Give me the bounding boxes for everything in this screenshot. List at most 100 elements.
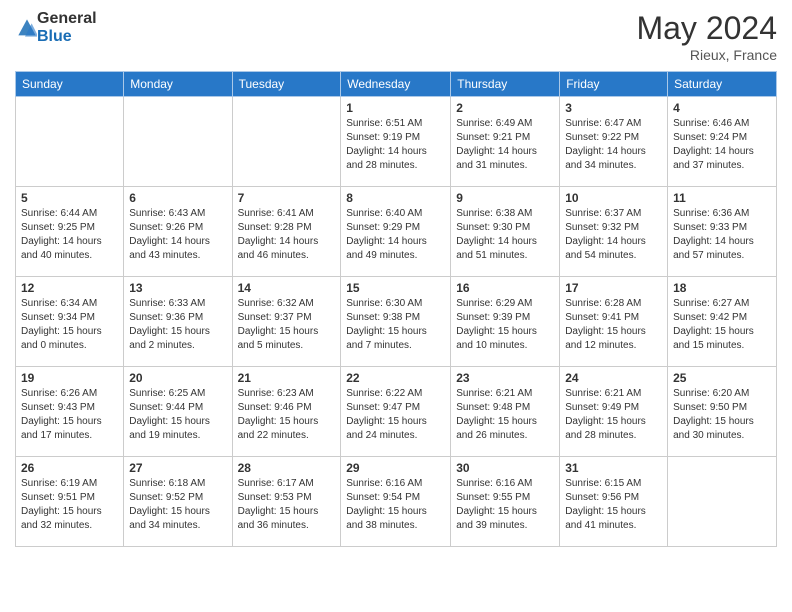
logo-icon (17, 18, 37, 38)
day-info: Sunrise: 6:18 AM Sunset: 9:52 PM Dayligh… (129, 477, 226, 533)
title-block: May 2024 Rieux, France (636, 10, 777, 63)
day-info: Sunrise: 6:15 AM Sunset: 9:56 PM Dayligh… (565, 477, 662, 533)
day-info: Sunrise: 6:33 AM Sunset: 9:36 PM Dayligh… (129, 297, 226, 353)
table-row: 27 Sunrise: 6:18 AM Sunset: 9:52 PM Dayli… (124, 457, 232, 547)
table-row: 22 Sunrise: 6:22 AM Sunset: 9:47 PM Dayli… (341, 367, 451, 457)
logo-blue-text: Blue (37, 28, 72, 45)
day-info: Sunrise: 6:22 AM Sunset: 9:47 PM Dayligh… (346, 387, 445, 443)
calendar-week-3: 19 Sunrise: 6:26 AM Sunset: 9:43 PM Dayli… (16, 367, 777, 457)
table-row: 11Sunrise: 6:36 AM Sunset: 9:33 PM Dayli… (668, 187, 777, 277)
day-number: 3 (565, 101, 662, 115)
table-row: 29 Sunrise: 6:16 AM Sunset: 9:54 PM Dayli… (341, 457, 451, 547)
table-row (232, 97, 341, 187)
table-row: 20 Sunrise: 6:25 AM Sunset: 9:44 PM Dayli… (124, 367, 232, 457)
table-row: 4Sunrise: 6:46 AM Sunset: 9:24 PM Daylig… (668, 97, 777, 187)
day-info: Sunrise: 6:21 AM Sunset: 9:48 PM Dayligh… (456, 387, 554, 443)
day-info: Sunrise: 6:21 AM Sunset: 9:49 PM Dayligh… (565, 387, 662, 443)
table-row: 16 Sunrise: 6:29 AM Sunset: 9:39 PM Dayli… (451, 277, 560, 367)
day-info: Sunrise: 6:29 AM Sunset: 9:39 PM Dayligh… (456, 297, 554, 353)
day-number: 31 (565, 461, 662, 475)
table-row: 9 Sunrise: 6:38 AM Sunset: 9:30 PM Daylig… (451, 187, 560, 277)
day-number: 30 (456, 461, 554, 475)
day-info: Sunrise: 6:40 AM Sunset: 9:29 PM Dayligh… (346, 207, 445, 263)
day-number: 5 (21, 191, 118, 205)
table-row: 3 Sunrise: 6:47 AM Sunset: 9:22 PM Daylig… (560, 97, 668, 187)
day-info: Sunrise: 6:30 AM Sunset: 9:38 PM Dayligh… (346, 297, 445, 353)
day-info: Sunrise: 6:47 AM Sunset: 9:22 PM Dayligh… (565, 117, 662, 173)
location: Rieux, France (636, 47, 777, 63)
day-info: Sunrise: 6:17 AM Sunset: 9:53 PM Dayligh… (238, 477, 336, 533)
day-number: 7 (238, 191, 336, 205)
day-info: Sunrise: 6:38 AM Sunset: 9:30 PM Dayligh… (456, 207, 554, 263)
table-row: 8Sunrise: 6:40 AM Sunset: 9:29 PM Daylig… (341, 187, 451, 277)
header-monday: Monday (124, 72, 232, 97)
header-wednesday: Wednesday (341, 72, 451, 97)
day-number: 4 (673, 101, 771, 115)
day-info: Sunrise: 6:19 AM Sunset: 9:51 PM Dayligh… (21, 477, 118, 533)
day-number: 26 (21, 461, 118, 475)
day-info: Sunrise: 6:34 AM Sunset: 9:34 PM Dayligh… (21, 297, 118, 353)
day-number: 24 (565, 371, 662, 385)
header-friday: Friday (560, 72, 668, 97)
day-number: 16 (456, 281, 554, 295)
day-info: Sunrise: 6:16 AM Sunset: 9:55 PM Dayligh… (456, 477, 554, 533)
day-number: 29 (346, 461, 445, 475)
day-info: Sunrise: 6:20 AM Sunset: 9:50 PM Dayligh… (673, 387, 771, 443)
day-number: 11 (673, 191, 771, 205)
day-number: 19 (21, 371, 118, 385)
day-number: 12 (21, 281, 118, 295)
day-number: 18 (673, 281, 771, 295)
day-info: Sunrise: 6:28 AM Sunset: 9:41 PM Dayligh… (565, 297, 662, 353)
table-row: 18 Sunrise: 6:27 AM Sunset: 9:42 PM Dayli… (668, 277, 777, 367)
day-info: Sunrise: 6:41 AM Sunset: 9:28 PM Dayligh… (238, 207, 336, 263)
calendar-week-0: 1 Sunrise: 6:51 AM Sunset: 9:19 PM Daylig… (16, 97, 777, 187)
logo: General Blue (15, 10, 97, 45)
day-number: 21 (238, 371, 336, 385)
table-row: 10 Sunrise: 6:37 AM Sunset: 9:32 PM Dayli… (560, 187, 668, 277)
day-number: 14 (238, 281, 336, 295)
day-info: Sunrise: 6:25 AM Sunset: 9:44 PM Dayligh… (129, 387, 226, 443)
day-info: Sunrise: 6:23 AM Sunset: 9:46 PM Dayligh… (238, 387, 336, 443)
page: General Blue May 2024 Rieux, France Sund… (0, 0, 792, 612)
weekday-header-row: Sunday Monday Tuesday Wednesday Thursday… (16, 72, 777, 97)
day-number: 10 (565, 191, 662, 205)
table-row: 25Sunrise: 6:20 AM Sunset: 9:50 PM Dayli… (668, 367, 777, 457)
day-number: 20 (129, 371, 226, 385)
table-row: 6Sunrise: 6:43 AM Sunset: 9:26 PM Daylig… (124, 187, 232, 277)
day-number: 17 (565, 281, 662, 295)
day-number: 23 (456, 371, 554, 385)
table-row (668, 457, 777, 547)
day-number: 9 (456, 191, 554, 205)
table-row (124, 97, 232, 187)
table-row: 21 Sunrise: 6:23 AM Sunset: 9:46 PM Dayli… (232, 367, 341, 457)
day-info: Sunrise: 6:26 AM Sunset: 9:43 PM Dayligh… (21, 387, 118, 443)
day-info: Sunrise: 6:32 AM Sunset: 9:37 PM Dayligh… (238, 297, 336, 353)
table-row: 26 Sunrise: 6:19 AM Sunset: 9:51 PM Dayli… (16, 457, 124, 547)
day-number: 28 (238, 461, 336, 475)
table-row: 17 Sunrise: 6:28 AM Sunset: 9:41 PM Dayli… (560, 277, 668, 367)
day-number: 27 (129, 461, 226, 475)
day-number: 22 (346, 371, 445, 385)
day-info: Sunrise: 6:51 AM Sunset: 9:19 PM Dayligh… (346, 117, 445, 173)
header-saturday: Saturday (668, 72, 777, 97)
table-row: 14 Sunrise: 6:32 AM Sunset: 9:37 PM Dayli… (232, 277, 341, 367)
table-row: 1 Sunrise: 6:51 AM Sunset: 9:19 PM Daylig… (341, 97, 451, 187)
day-info: Sunrise: 6:27 AM Sunset: 9:42 PM Dayligh… (673, 297, 771, 353)
day-info: Sunrise: 6:16 AM Sunset: 9:54 PM Dayligh… (346, 477, 445, 533)
day-info: Sunrise: 6:37 AM Sunset: 9:32 PM Dayligh… (565, 207, 662, 263)
day-number: 15 (346, 281, 445, 295)
day-info: Sunrise: 6:44 AM Sunset: 9:25 PM Dayligh… (21, 207, 118, 263)
calendar-week-2: 12 Sunrise: 6:34 AM Sunset: 9:34 PM Dayli… (16, 277, 777, 367)
table-row: 24 Sunrise: 6:21 AM Sunset: 9:49 PM Dayli… (560, 367, 668, 457)
header-tuesday: Tuesday (232, 72, 341, 97)
table-row: 12 Sunrise: 6:34 AM Sunset: 9:34 PM Dayli… (16, 277, 124, 367)
day-number: 1 (346, 101, 445, 115)
month-year: May 2024 (636, 10, 777, 47)
logo-general-text: General (37, 10, 97, 27)
day-info: Sunrise: 6:49 AM Sunset: 9:21 PM Dayligh… (456, 117, 554, 173)
table-row: 19 Sunrise: 6:26 AM Sunset: 9:43 PM Dayli… (16, 367, 124, 457)
calendar-week-1: 5 Sunrise: 6:44 AM Sunset: 9:25 PM Daylig… (16, 187, 777, 277)
header-thursday: Thursday (451, 72, 560, 97)
calendar-table: Sunday Monday Tuesday Wednesday Thursday… (15, 71, 777, 547)
header-sunday: Sunday (16, 72, 124, 97)
